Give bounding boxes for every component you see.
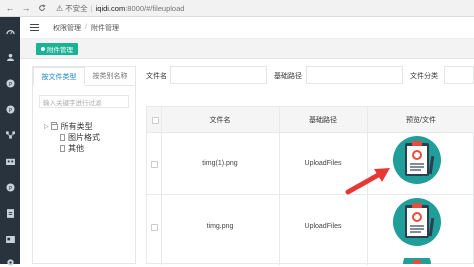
file-category-select[interactable] [444,66,474,84]
circle-p-icon[interactable]: P [5,182,15,192]
tag-file-management[interactable]: 附件管理 [36,43,78,55]
type-filter-panel: 按文件类型 按类别名称 输入关键字进行过滤 ▷ 所有类型 图片格式 其他 [32,66,136,264]
tab-by-file-type[interactable]: 按文件类型 [33,67,85,86]
base-path-input[interactable] [306,66,403,84]
select-all-checkbox[interactable] [152,117,159,124]
breadcrumb-item[interactable]: 权限管理 [53,23,81,33]
image-preview-thumbnail[interactable] [393,196,441,248]
image-preview-thumbnail[interactable] [393,134,441,186]
tree-node-other[interactable]: 其他 [60,143,135,154]
column-header-file-name[interactable]: 文件名 [161,107,279,133]
security-label: 不安全 [65,3,88,13]
file-name-label: 文件名 [146,73,167,80]
search-filters: 文件名 基础路径 文件分类 [146,66,474,86]
file-name-input[interactable] [170,66,267,84]
tree-node-image-format[interactable]: 图片格式 [60,132,135,143]
back-icon[interactable]: ← [4,2,16,14]
gear-icon[interactable] [5,257,15,267]
panel-tabs: 按文件类型 按类别名称 [33,67,135,86]
circle-p-icon[interactable]: P [5,104,15,114]
forward-icon[interactable]: → [20,2,32,14]
tags-view: 附件管理 [20,39,474,59]
row-checkbox[interactable] [151,224,158,231]
browser-toolbar: ← → ⚠ 不安全 | iqidi.com :8000/#/fileupload [0,0,474,17]
dashboard-icon[interactable] [5,26,15,36]
base-path-cell: UploadFiles [304,222,342,230]
sitemap-icon[interactable] [5,130,15,140]
file-name-cell: timg.png [206,222,234,230]
tree-node-root[interactable]: ▷ 所有类型 [44,121,135,132]
breadcrumb-item[interactable]: 附件管理 [91,23,119,33]
circle-p-icon[interactable]: P [5,78,15,88]
tree-expand-icon[interactable]: ▷ [44,123,49,130]
folder-open-icon [50,121,58,130]
file-category-label: 文件分类 [410,73,438,80]
file-icon [60,145,65,152]
reload-icon[interactable] [36,2,48,14]
menu-toggle-icon[interactable] [30,24,39,32]
tree-filter-input[interactable]: 输入关键字进行过滤 [39,95,129,108]
file-icon [60,134,65,141]
tab-by-category-name[interactable]: 按类别名称 [85,67,135,85]
annotation-arrow-icon [345,168,390,195]
page-header: 权限管理 / 附件管理 [20,17,474,39]
users-icon[interactable] [5,52,15,62]
column-header-base-path[interactable]: 基础路径 [279,107,367,133]
file-icon[interactable] [5,208,15,218]
breadcrumb: 权限管理 / 附件管理 [53,23,119,33]
type-tree: ▷ 所有类型 图片格式 其他 [44,121,135,154]
warning-icon: ⚠ [56,3,64,13]
building-icon[interactable] [5,156,15,166]
file-name-cell: timg(1).png [202,160,238,167]
main-sidebar: P P P [0,17,20,267]
row-checkbox[interactable] [151,161,158,168]
column-header-preview[interactable]: 预览/文件 [367,107,474,133]
address-bar[interactable]: ⚠ 不安全 | iqidi.com :8000/#/fileupload [56,2,184,15]
image-preview-thumbnail[interactable] [403,258,431,264]
table-header: 文件名 基础路径 预览/文件 [147,107,474,133]
url-host: iqidi.com [95,3,126,13]
url-path: :8000/#/fileupload [125,3,185,13]
tag-dot-icon [41,47,45,51]
id-card-icon[interactable] [5,234,15,244]
base-path-label: 基础路径 [274,73,302,80]
